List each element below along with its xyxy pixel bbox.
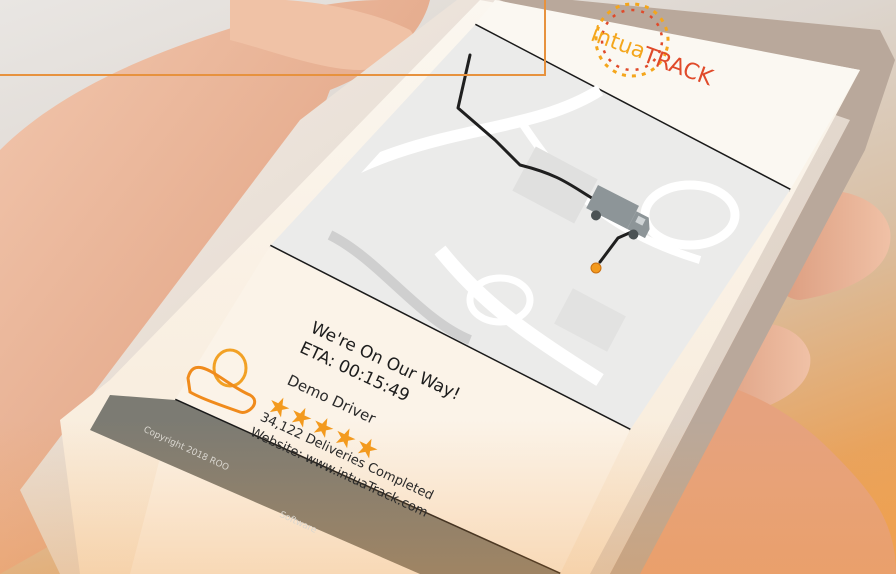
destination-dot-icon — [590, 262, 602, 274]
photo-scene — [0, 0, 896, 574]
